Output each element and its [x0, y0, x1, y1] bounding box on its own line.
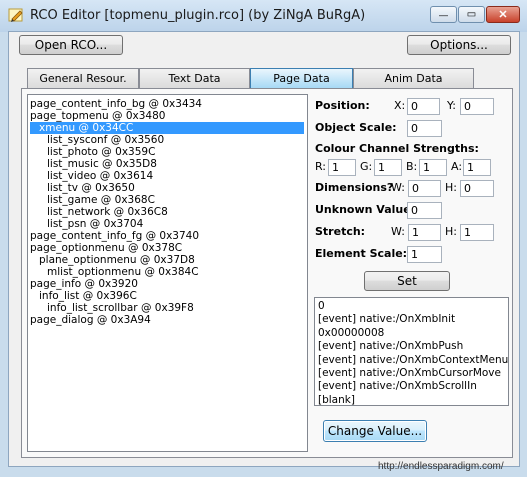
tree-item[interactable]: list_photo @ 0x359C — [47, 146, 155, 158]
event-list-item[interactable]: [event] native:/OnXmbPush — [318, 340, 505, 353]
event-list-item[interactable]: [event] native:/OnXmbContextMenu — [318, 354, 508, 367]
dim-h-label: H: — [445, 181, 457, 194]
open-rco-button[interactable]: Open RCO... — [19, 35, 123, 55]
object-scale-label: Object Scale: — [315, 121, 397, 134]
tree-item-selected[interactable]: xmenu @ 0x34CC — [30, 122, 304, 134]
event-list-item[interactable]: 0 — [318, 300, 505, 313]
dimensions-label: Dimensions? — [315, 181, 394, 194]
event-list-item[interactable]: 0x00000008 — [318, 327, 505, 340]
tree-item[interactable]: list_game @ 0x368C — [47, 194, 155, 206]
tree-item[interactable]: list_tv @ 0x3650 — [47, 182, 135, 194]
tree-item[interactable]: mlist_optionmenu @ 0x384C — [47, 266, 199, 278]
pos-y-field[interactable]: 0 — [460, 98, 494, 115]
a-label: A: — [451, 160, 463, 173]
title-bar[interactable]: RCO Editor [topmenu_plugin.rco] (by ZiNg… — [0, 0, 527, 32]
pos-x-label: X: — [394, 99, 406, 112]
stretch-w-label: W: — [391, 225, 405, 238]
tree-item[interactable]: page_dialog @ 0x3A94 — [30, 314, 151, 326]
r-label: R: — [315, 160, 327, 173]
options-button[interactable]: Options... — [407, 35, 511, 55]
tree-item[interactable]: list_video @ 0x3614 — [47, 170, 153, 182]
b-label: B: — [406, 160, 418, 173]
event-list-item[interactable]: [event] native:/OnXmbScrollIn — [318, 380, 505, 393]
website-url: http://endlessparadigm.com/ — [378, 461, 504, 472]
tree-item[interactable]: page_content_info_fg @ 0x3740 — [30, 230, 199, 242]
unknown-value-field[interactable]: 0 — [407, 202, 442, 219]
minimize-icon: — — [439, 9, 448, 20]
stretch-h-field[interactable]: 1 — [460, 224, 494, 241]
tab-page-data[interactable]: Page Data — [250, 68, 353, 88]
tree-item[interactable]: info_list @ 0x396C — [39, 290, 137, 302]
minimize-button[interactable]: — — [430, 6, 457, 23]
maximize-button[interactable]: ▭ — [458, 6, 485, 23]
pencil-icon — [8, 8, 23, 22]
colour-channel-label: Colour Channel Strengths: — [315, 142, 479, 155]
page-tree[interactable]: page_content_info_bg @ 0x3434 page_topme… — [27, 94, 308, 452]
dim-h-field[interactable]: 0 — [460, 180, 494, 197]
event-list-item[interactable]: [blank] — [318, 394, 505, 407]
g-field[interactable]: 1 — [374, 159, 402, 176]
stretch-w-field[interactable]: 1 — [408, 224, 441, 241]
tab-general-resources[interactable]: General Resour. — [27, 68, 139, 88]
stretch-h-label: H: — [445, 225, 457, 238]
tree-item[interactable]: page_topmenu @ 0x3480 — [30, 110, 165, 122]
unknown-value-label: Unknown Value: — [315, 203, 416, 216]
tree-item[interactable]: list_network @ 0x36C8 — [47, 206, 168, 218]
r-field[interactable]: 1 — [328, 159, 356, 176]
dim-w-label: W: — [391, 181, 405, 194]
element-scale-label: Element Scale: — [315, 247, 408, 260]
tree-item[interactable]: list_music @ 0x35D8 — [47, 158, 157, 170]
object-scale-field[interactable]: 0 — [407, 120, 442, 137]
maximize-icon: ▭ — [466, 9, 477, 20]
element-scale-field[interactable]: 1 — [407, 246, 442, 263]
window-title: RCO Editor [topmenu_plugin.rco] (by ZiNg… — [30, 8, 366, 23]
tree-item[interactable]: info_list_scrollbar @ 0x39F8 — [47, 302, 194, 314]
tree-item[interactable]: page_optionmenu @ 0x378C — [30, 242, 182, 254]
close-button[interactable]: ✕ — [486, 6, 520, 23]
tree-item[interactable]: plane_optionmenu @ 0x37D8 — [39, 254, 195, 266]
tab-anim-data[interactable]: Anim Data — [353, 68, 474, 88]
set-button[interactable]: Set — [364, 271, 450, 291]
tree-item[interactable]: page_content_info_bg @ 0x3434 — [30, 98, 202, 110]
position-label: Position: — [315, 99, 370, 112]
pos-y-label: Y: — [447, 99, 456, 112]
event-list[interactable]: 0 [event] native:/OnXmbInit 0x00000008 [… — [314, 297, 509, 406]
tree-item[interactable]: list_psn @ 0x3704 — [47, 218, 143, 230]
tree-item[interactable]: page_info @ 0x3920 — [30, 278, 138, 290]
change-value-button[interactable]: Change Value... — [323, 420, 427, 442]
dim-w-field[interactable]: 0 — [408, 180, 441, 197]
event-list-item[interactable]: [event] native:/OnXmbInit — [318, 313, 505, 326]
event-list-item[interactable]: [event] native:/OnXmbCursorMove — [318, 367, 505, 380]
stretch-label: Stretch: — [315, 225, 366, 238]
a-field[interactable]: 1 — [463, 159, 491, 176]
pos-x-field[interactable]: 0 — [407, 98, 440, 115]
tree-item[interactable]: list_sysconf @ 0x3560 — [47, 134, 164, 146]
close-icon: ✕ — [498, 9, 508, 21]
b-field[interactable]: 1 — [419, 159, 447, 176]
g-label: G: — [360, 160, 373, 173]
tab-text-data[interactable]: Text Data — [139, 68, 250, 88]
